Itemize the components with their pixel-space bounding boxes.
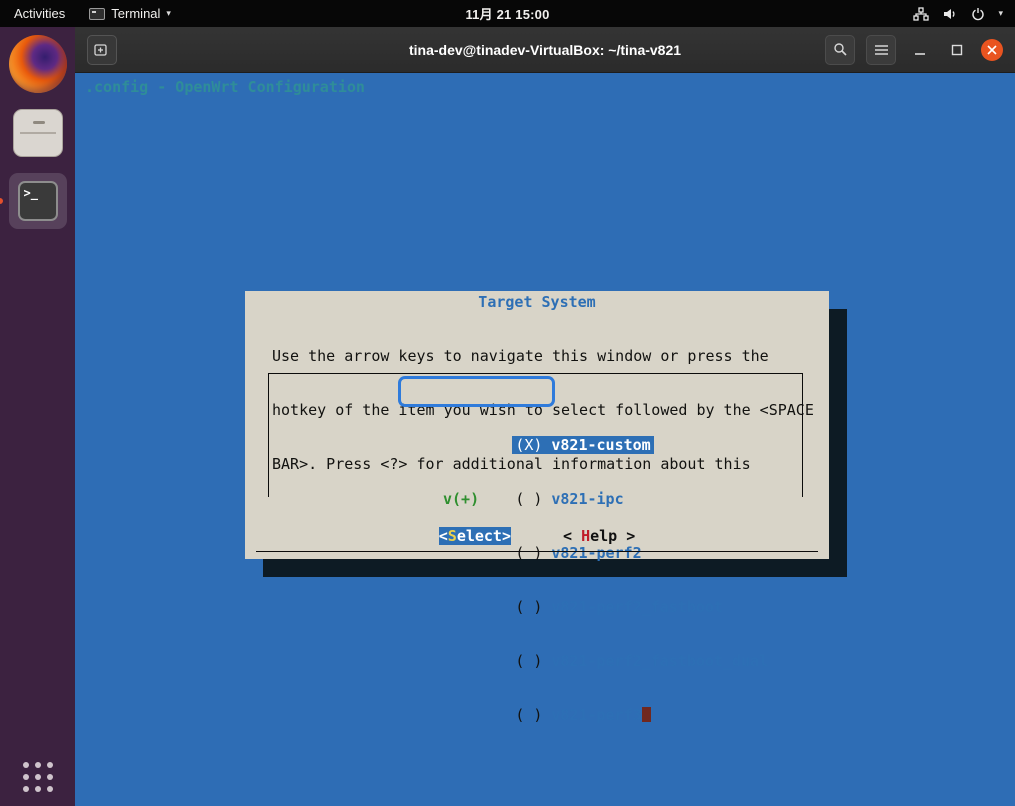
option-label: v821-perf3	[551, 706, 641, 724]
search-button[interactable]	[825, 35, 855, 65]
option-row[interactable]: ( )v821-ipc	[407, 472, 768, 490]
titlebar-controls	[825, 35, 1015, 65]
search-icon	[833, 42, 848, 57]
system-indicators[interactable]: ▾	[913, 0, 1015, 27]
option-marker: ( )	[515, 544, 551, 562]
option-row[interactable]: ( )v821-perf2_fastboot	[407, 580, 768, 598]
option-marker: ( )	[515, 598, 551, 616]
app-menu-label: Terminal	[111, 6, 160, 21]
dialog-title: Target System	[245, 293, 829, 311]
option-label: v821-perf2_fastboot_dual	[551, 652, 768, 670]
show-applications-icon[interactable]	[23, 762, 53, 792]
more-items-indicator: v(+)	[443, 490, 479, 508]
maximize-button[interactable]	[944, 37, 970, 63]
terminal-icon: >_	[18, 181, 58, 221]
option-row-selected[interactable]: (X)v821-custom	[407, 418, 768, 436]
option-row[interactable]: ( )v821-perf3	[407, 688, 768, 706]
option-label: v821-custom	[551, 436, 650, 454]
chevron-down-icon: ▾	[166, 8, 171, 19]
options-list: (X)v821-custom ( )v821-ipc ( )v821-perf2…	[407, 382, 768, 742]
running-indicator-dot	[0, 198, 3, 204]
option-marker: ( )	[515, 490, 551, 508]
dialog-separator-line	[256, 551, 818, 552]
option-label: v821-ipc	[551, 490, 623, 508]
network-icon	[913, 7, 929, 21]
power-icon	[971, 7, 985, 21]
volume-icon	[942, 7, 958, 21]
selected-highlight: (X)v821-custom	[512, 436, 653, 454]
activities-label: Activities	[14, 6, 65, 21]
window-title: tina-dev@tinadev-VirtualBox: ~/tina-v821	[409, 42, 681, 58]
terminal-content[interactable]: .config - OpenWrt Configuration Target S…	[75, 73, 1015, 806]
menuconfig-backtitle: .config - OpenWrt Configuration	[85, 78, 365, 96]
dock: >_	[0, 27, 75, 806]
instruction-line: Use the arrow keys to navigate this wind…	[272, 347, 814, 365]
hamburger-icon	[874, 44, 889, 56]
select-button[interactable]: <Select>	[439, 527, 511, 545]
screen: Activities Terminal ▾ 11月 21 15:00 ▾ >_	[0, 0, 1015, 806]
help-button[interactable]: < Help >	[563, 527, 635, 545]
option-label: v821-perf2_fastboot	[551, 598, 723, 616]
help-hotkey: H	[581, 527, 590, 545]
dialog-buttons: <Select> < Help >	[245, 527, 829, 545]
close-icon	[987, 45, 997, 55]
firefox-icon[interactable]	[9, 35, 67, 93]
option-marker: ( )	[515, 706, 551, 724]
option-row[interactable]: ( )v821-perf2_fastboot_dual	[407, 634, 768, 652]
new-tab-button[interactable]	[87, 35, 117, 65]
terminal-launcher[interactable]: >_	[9, 173, 67, 229]
close-button[interactable]	[981, 39, 1003, 61]
option-marker: ( )	[515, 652, 551, 670]
window-titlebar: tina-dev@tinadev-VirtualBox: ~/tina-v821	[75, 27, 1015, 73]
top-bar: Activities Terminal ▾ 11月 21 15:00 ▾	[0, 0, 1015, 27]
files-icon[interactable]	[13, 109, 63, 157]
option-label: v821-perf2	[551, 544, 641, 562]
chevron-down-icon: ▾	[998, 8, 1003, 19]
terminal-window: tina-dev@tinadev-VirtualBox: ~/tina-v821	[75, 27, 1015, 806]
select-hotkey: S	[448, 527, 457, 545]
target-system-dialog: Target System Use the arrow keys to navi…	[245, 291, 829, 559]
maximize-icon	[951, 44, 963, 56]
new-tab-icon	[94, 43, 110, 57]
terminal-mini-icon	[89, 8, 105, 20]
clock[interactable]: 11月 21 15:00	[465, 4, 549, 23]
minimize-button[interactable]	[907, 37, 933, 63]
activities-button[interactable]: Activities	[0, 0, 79, 27]
app-menu-button[interactable]: Terminal ▾	[79, 0, 181, 27]
menu-button[interactable]	[866, 35, 896, 65]
option-marker: (X)	[515, 436, 551, 454]
text-cursor	[642, 707, 651, 722]
minimize-icon	[914, 44, 926, 56]
